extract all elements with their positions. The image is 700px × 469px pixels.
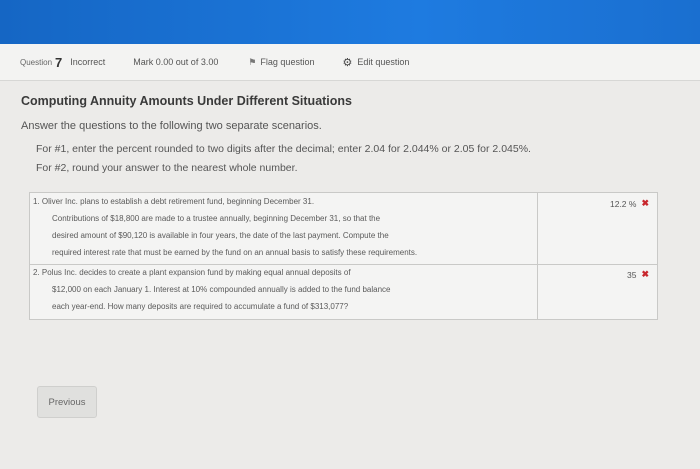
question-1-line-2: Contributions of $18,800 are made to a t… — [52, 214, 381, 223]
question-2-line-3: each year-end. How many deposits are req… — [52, 302, 349, 311]
questions-text-column: 1. Oliver Inc. plans to establish a debt… — [30, 193, 538, 319]
instruction-1: For #1, enter the percent rounded to two… — [36, 143, 531, 155]
question-info-bar: Question 7 Incorrect Mark 0.00 out of 3.… — [0, 44, 700, 81]
x-icon: ✖ — [641, 269, 649, 279]
question-status: Incorrect — [70, 57, 106, 67]
question-subtitle: Answer the questions to the following tw… — [21, 120, 322, 132]
x-icon: ✖ — [641, 198, 649, 208]
edit-question-link[interactable]: ⚙ Edit question — [342, 56, 409, 69]
gear-icon: ⚙ — [342, 56, 353, 69]
question-2-answer: 35 ✖ — [627, 269, 649, 280]
question-2-line-2: $12,000 on each January 1. Interest at 1… — [52, 285, 391, 294]
instruction-2: For #2, round your answer to the nearest… — [36, 162, 298, 174]
question-1-line-1: 1. Oliver Inc. plans to establish a debt… — [33, 197, 315, 206]
question-1-answer-value: 12.2 % — [609, 198, 637, 209]
edit-question-label: Edit question — [357, 57, 410, 67]
flag-question-link[interactable]: ⚑ Flag question — [248, 57, 314, 68]
previous-button[interactable]: Previous — [37, 386, 97, 418]
question-1-answer: 12.2 % ✖ — [610, 198, 649, 209]
question-2-answer-value: 35 — [626, 269, 637, 280]
flag-question-label: Flag question — [260, 57, 315, 67]
question-content: Computing Annuity Amounts Under Differen… — [0, 81, 700, 469]
question-label: Question — [20, 57, 53, 67]
question-1-line-3: desired amount of $90,120 is available i… — [52, 231, 389, 240]
row-divider — [30, 264, 657, 265]
question-1-line-4: required interest rate that must be earn… — [52, 248, 418, 257]
flag-icon: ⚑ — [248, 56, 257, 67]
question-number: 7 — [55, 54, 63, 70]
question-2-line-1: 2. Polus Inc. decides to create a plant … — [33, 268, 351, 277]
questions-table: 1. Oliver Inc. plans to establish a debt… — [29, 192, 658, 320]
question-mark: Mark 0.00 out of 3.00 — [133, 57, 219, 67]
question-title: Computing Annuity Amounts Under Differen… — [21, 94, 352, 108]
top-navigation-bar — [0, 0, 700, 44]
